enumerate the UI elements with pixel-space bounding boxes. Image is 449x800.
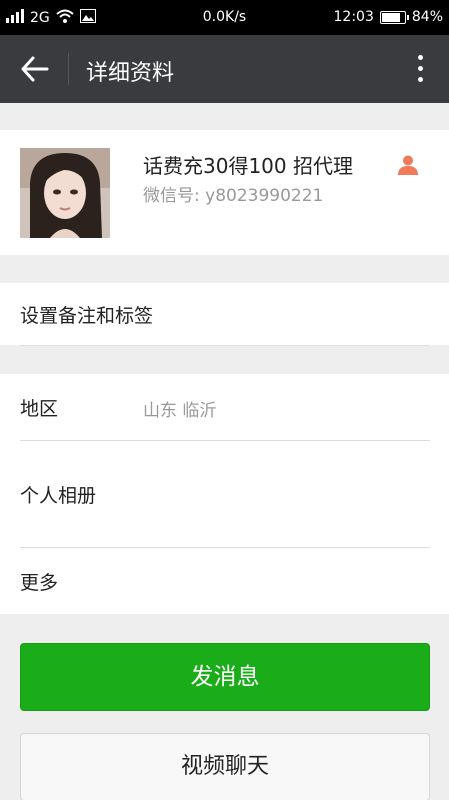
wechat-id: 微信号: y8023990221: [143, 186, 324, 206]
row-divider: [20, 440, 430, 441]
row-divider: [20, 345, 430, 346]
more-dot-icon: [417, 55, 423, 60]
battery-fill: [381, 12, 400, 22]
status-right: 12:03 84%: [334, 9, 443, 25]
status-bar: 2G 0.0K/s 12:03 84%: [0, 0, 449, 35]
send-message-button[interactable]: 发消息: [20, 643, 430, 711]
battery-icon: [379, 10, 409, 24]
title-bar: 详细资料: [0, 35, 449, 103]
person-icon: [397, 154, 419, 176]
row-divider: [20, 547, 430, 548]
album-row[interactable]: 个人相册: [20, 481, 96, 508]
back-button[interactable]: [20, 55, 50, 83]
more-options-button[interactable]: [415, 55, 425, 85]
more-dot-icon: [417, 77, 423, 82]
clock: 12:03: [333, 9, 374, 25]
video-chat-button[interactable]: 视频聊天: [20, 733, 430, 800]
region-label: 地区: [20, 398, 59, 420]
page-title: 详细资料: [86, 61, 175, 86]
info-group: 地区 山东 临沂 个人相册 更多: [0, 374, 449, 614]
more-dot-icon: [417, 66, 423, 71]
profile-name: 话费充30得100 招代理: [143, 154, 353, 178]
region-value: 山东 临沂: [143, 401, 217, 421]
more-row[interactable]: 更多: [20, 568, 58, 595]
back-arrow-icon: [21, 56, 49, 82]
battery-percent: 84%: [411, 9, 443, 25]
profile-card[interactable]: 话费充30得100 招代理 微信号: y8023990221: [0, 130, 449, 255]
remark-tags-row[interactable]: 设置备注和标签: [0, 283, 449, 345]
title-divider: [68, 53, 69, 85]
remark-tags-label: 设置备注和标签: [20, 305, 154, 327]
avatar[interactable]: [20, 148, 110, 238]
avatar-image: [20, 148, 110, 238]
